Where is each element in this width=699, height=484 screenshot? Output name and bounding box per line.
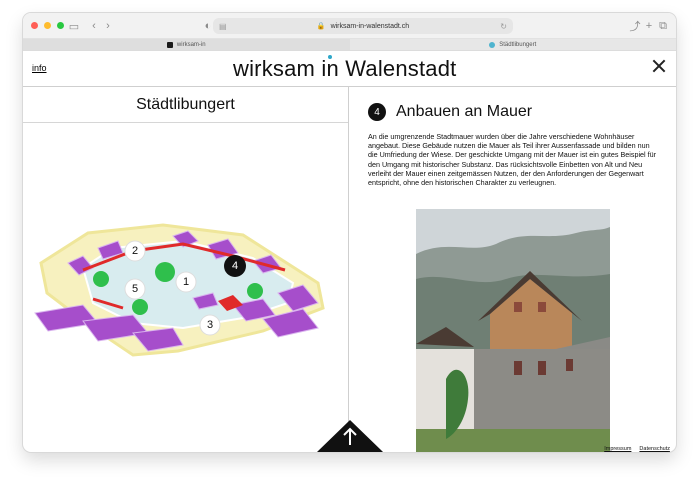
site-header: info wirksam in Walenstadt <box>23 51 676 87</box>
detail-header: 4 Anbauen an Mauer <box>368 103 532 121</box>
zoom-window-button[interactable] <box>57 22 64 29</box>
logo-part3: Walenstadt <box>345 56 457 81</box>
reader-icon[interactable]: ▤ <box>219 22 227 31</box>
map-marker-5[interactable]: 5 <box>124 278 146 300</box>
address-bar[interactable]: ▤ 🔒 wirksam-in-walenstadt.ch ↻ <box>213 18 513 34</box>
map-label-3: 3 <box>207 319 213 331</box>
tree <box>155 262 175 282</box>
close-icon[interactable] <box>652 59 666 73</box>
tab-wirksam[interactable]: wirksam-in <box>23 39 350 50</box>
tab-label: wirksam-in <box>176 41 206 48</box>
map-area: 2 5 1 3 4 <box>23 123 349 452</box>
share-icon[interactable]: ⤴ <box>628 19 642 33</box>
reload-icon[interactable]: ↻ <box>500 22 507 31</box>
town-map-illustration: 2 5 1 3 4 <box>34 223 325 357</box>
window-controls <box>31 22 64 29</box>
favicon-icon <box>489 41 496 48</box>
detail-panel: 4 Anbauen an Mauer An die umgrenzende St… <box>350 87 676 452</box>
close-window-button[interactable] <box>31 22 38 29</box>
tree <box>247 283 263 299</box>
tree <box>132 299 148 315</box>
photo-illustration <box>416 209 610 452</box>
tab-staedtlibungert[interactable]: Städtlibungert <box>350 39 677 50</box>
page-footer: Impressum Datenschutz <box>23 444 676 452</box>
browser-window: ▭ ‹ › ◐ ▤ 🔒 wirksam-in-walenstadt.ch ↻ ⤴… <box>23 13 676 452</box>
tab-label: Städtlibungert <box>499 41 537 48</box>
back-icon[interactable]: ‹ <box>87 19 101 33</box>
tree <box>93 271 109 287</box>
page-content: Städtlibungert 2 5 1 3 4 4 Anbauen an Ma… <box>23 87 676 452</box>
detail-heading: Anbauen an Mauer <box>396 103 533 120</box>
map-label-1: 1 <box>183 276 189 288</box>
map-marker-1[interactable]: 1 <box>175 271 197 293</box>
datenschutz-link[interactable]: Datenschutz <box>639 446 670 452</box>
new-tab-icon[interactable]: + <box>642 19 656 33</box>
map-label-5: 5 <box>132 283 138 295</box>
info-link[interactable]: info <box>32 63 47 73</box>
logo-part1: wirksam <box>233 56 316 81</box>
favicon-icon <box>166 41 173 48</box>
forward-icon[interactable]: › <box>101 19 115 33</box>
map-marker-4-active[interactable]: 4 <box>224 255 246 277</box>
detail-photo <box>416 209 610 452</box>
browser-toolbar: ▭ ‹ › ◐ ▤ 🔒 wirksam-in-walenstadt.ch ↻ ⤴… <box>23 13 676 39</box>
map-marker-3[interactable]: 3 <box>199 314 221 336</box>
impressum-link[interactable]: Impressum <box>604 446 631 452</box>
map-marker-2[interactable]: 2 <box>124 240 146 262</box>
tabs-overview-icon[interactable]: ⧉ <box>656 19 670 33</box>
map-label-4: 4 <box>232 260 238 272</box>
detail-text: An die umgrenzende Stadtmauer wurden übe… <box>368 132 657 188</box>
footer-links: Impressum Datenschutz <box>604 446 670 452</box>
lock-icon: 🔒 <box>316 23 326 30</box>
url-text: wirksam-in-walenstadt.ch <box>330 22 410 30</box>
sidebar-icon[interactable]: ▭ <box>67 19 81 33</box>
map-panel: Städtlibungert 2 5 1 3 4 <box>23 87 349 452</box>
tab-bar: wirksam-in Städtlibungert <box>23 39 676 51</box>
map-title: Städtlibungert <box>23 87 348 123</box>
minimize-window-button[interactable] <box>44 22 51 29</box>
map-label-2: 2 <box>132 245 138 257</box>
logo-part2: in <box>321 56 339 81</box>
site-logo[interactable]: wirksam in Walenstadt <box>233 56 456 82</box>
detail-number-badge: 4 <box>368 103 386 121</box>
